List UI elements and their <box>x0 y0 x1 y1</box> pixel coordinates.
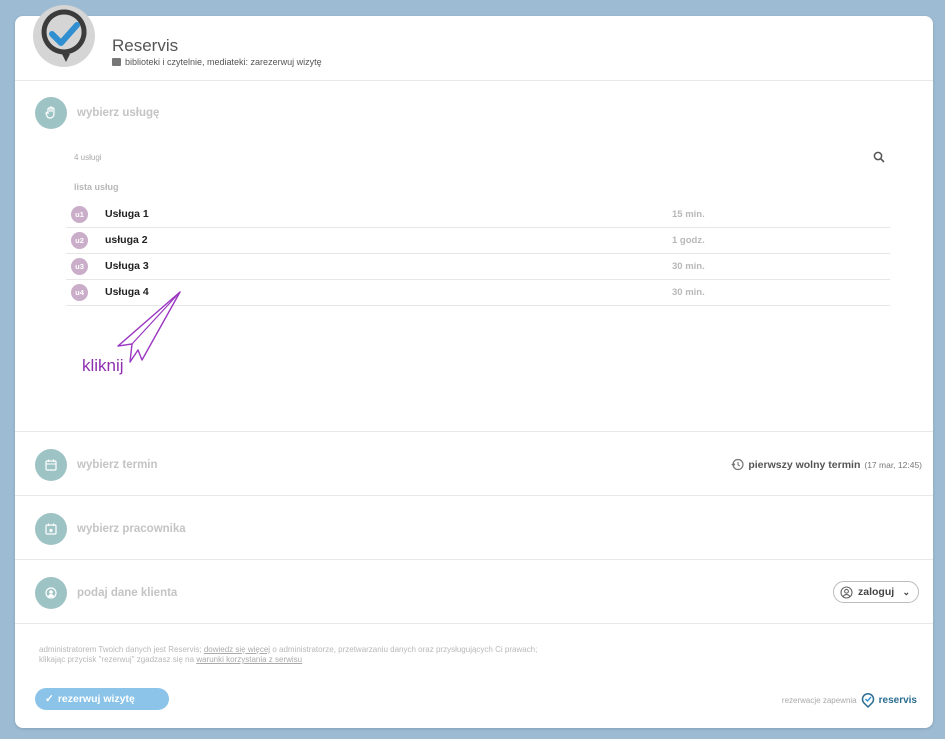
login-button[interactable]: zaloguj ⌄ <box>833 581 919 603</box>
section-title-worker: wybierz pracownika <box>77 523 186 535</box>
terms-link[interactable]: warunki korzystania z serwisu <box>196 655 302 664</box>
service-duration: 15 min. <box>672 209 705 220</box>
section-title-service: wybierz usługę <box>77 107 160 119</box>
reserve-label: rezerwuj wizytę <box>57 693 135 705</box>
section-title-term: wybierz termin <box>77 459 158 471</box>
service-name: usługa 2 <box>105 234 148 246</box>
legal-text: klikając przycisk "rezerwuj" zgadzasz si… <box>39 655 195 664</box>
legal-text: o administratorze, przetwarzaniu danych … <box>272 645 538 654</box>
chevron-down-icon: ⌄ <box>902 586 910 597</box>
service-row-3[interactable]: u3 Usługa 3 30 min. <box>66 254 890 280</box>
book-icon <box>112 58 121 66</box>
footer-logo-text: reservis <box>878 694 917 706</box>
service-name: Usługa 3 <box>105 260 149 272</box>
powered-text: rezerwacje zapewnia <box>781 695 857 705</box>
hand-icon <box>35 97 67 129</box>
service-duration: 1 godz. <box>672 235 705 246</box>
powered-by: rezerwacje zapewnia reservis <box>782 692 917 708</box>
client-icon <box>35 577 67 609</box>
reservis-small-logo-icon <box>861 692 874 708</box>
divider <box>15 495 933 496</box>
check-icon: ✓ <box>45 693 54 705</box>
reserve-button[interactable]: ✓ rezerwuj wizytę <box>35 688 169 710</box>
reservis-logo-icon <box>32 4 96 68</box>
login-label: zaloguj <box>858 586 895 598</box>
service-badge: u1 <box>71 206 88 223</box>
learn-more-link[interactable]: dowiedz się więcej <box>204 645 270 654</box>
booking-card: Reservis biblioteki i czytelnie, mediate… <box>15 5 933 728</box>
divider <box>15 623 933 624</box>
service-duration: 30 min. <box>672 287 705 298</box>
first-free-value: (17 mar, 12:45) <box>864 459 922 470</box>
service-badge: u4 <box>71 284 88 301</box>
search-icon[interactable] <box>873 150 887 164</box>
first-free-label: pierwszy wolny termin <box>748 458 861 471</box>
brand-name: Reservis <box>112 36 179 55</box>
legal-text: administratorem Twoich danych jest Reser… <box>39 645 202 654</box>
service-row-2[interactable]: u2 usługa 2 1 godz. <box>66 228 890 254</box>
service-count: 4 usługi <box>74 153 102 162</box>
section-title-client: podaj dane klienta <box>77 587 178 599</box>
service-name: Usługa 1 <box>105 208 149 220</box>
divider <box>15 80 933 81</box>
annotation-text: kliknij <box>82 356 124 375</box>
service-list-label: lista usług <box>74 182 119 192</box>
user-icon <box>840 585 853 599</box>
subtitle-text: biblioteki i czytelnie, mediateki: zarez… <box>125 57 322 67</box>
service-row-1[interactable]: u1 Usługa 1 15 min. <box>66 202 890 228</box>
service-badge: u2 <box>71 232 88 249</box>
page-subtitle: biblioteki i czytelnie, mediateki: zarez… <box>112 57 322 67</box>
calendar-worker-icon <box>35 513 67 545</box>
history-icon <box>731 458 744 471</box>
calendar-icon <box>35 449 67 481</box>
legal-notice: administratorem Twoich danych jest Reser… <box>39 645 537 665</box>
service-badge: u3 <box>71 258 88 275</box>
first-free-term[interactable]: pierwszy wolny termin (17 mar, 12:45) <box>731 458 922 471</box>
divider <box>15 431 933 432</box>
divider <box>15 559 933 560</box>
service-duration: 30 min. <box>672 261 705 272</box>
